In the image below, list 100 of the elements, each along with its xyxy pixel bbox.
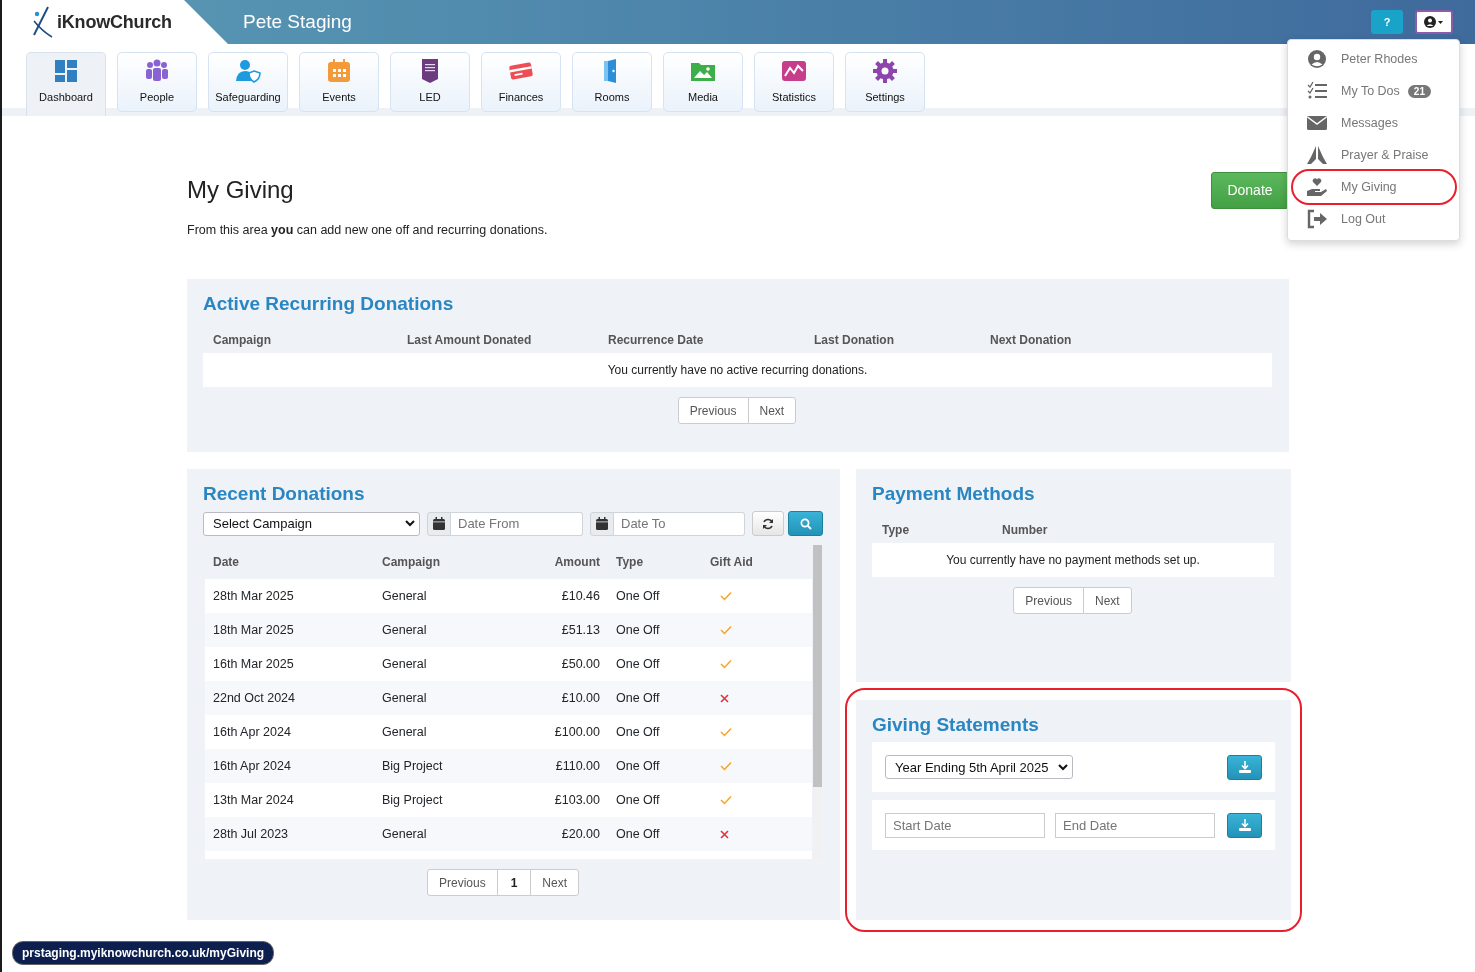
download-button[interactable] bbox=[1227, 812, 1262, 838]
nav-tab[interactable]: Statistics bbox=[754, 52, 834, 112]
column-header: Recurrence Date bbox=[608, 333, 705, 347]
person-shield-icon bbox=[235, 58, 261, 84]
nav-tab[interactable]: Settings bbox=[845, 52, 925, 112]
table-cell-text: 16th Apr 2024 bbox=[212, 725, 292, 739]
pagination-button[interactable]: Next bbox=[530, 869, 580, 896]
scrollbar[interactable] bbox=[813, 545, 822, 859]
search-icon bbox=[799, 517, 812, 530]
menu-item[interactable]: My To Dos 21 bbox=[1288, 75, 1459, 107]
pagination-button[interactable]: Next bbox=[1083, 587, 1132, 614]
menu-item[interactable]: Log Out bbox=[1288, 203, 1459, 235]
people-icon bbox=[144, 58, 170, 84]
nav-tab[interactable]: Rooms bbox=[572, 52, 652, 112]
envelope-icon bbox=[1306, 113, 1328, 133]
user-caret-icon bbox=[1424, 16, 1444, 28]
panel-title: Giving Statements bbox=[872, 714, 1040, 736]
user-circle-icon bbox=[1306, 49, 1328, 69]
empty-message: You currently have no payment methods set up. bbox=[946, 553, 1200, 567]
column-header: Campaign bbox=[213, 333, 272, 347]
nav-tab[interactable]: Events bbox=[299, 52, 379, 112]
intro-text: From this area you can add new one off and recurring donations. bbox=[187, 223, 549, 237]
table-cell-text: 28th Jul 2023 bbox=[212, 827, 290, 841]
table-cell-text: 13th Mar 2024 bbox=[212, 793, 295, 807]
table-cell-text: 16th Mar 2025 bbox=[212, 657, 295, 671]
table-cell-text: £50.00 bbox=[560, 657, 600, 671]
logo-text: iKnowChurch bbox=[57, 11, 172, 33]
column-header: Gift Aid bbox=[709, 555, 754, 569]
chevron-down-icon bbox=[405, 520, 415, 527]
table-cell-text: General bbox=[382, 657, 428, 671]
column-header: Next Donation bbox=[990, 333, 1073, 347]
menu-item[interactable]: My Giving bbox=[1288, 171, 1459, 203]
nav-tab[interactable]: Finances bbox=[481, 52, 561, 112]
page-title: My Giving bbox=[187, 176, 294, 204]
panel-title: Recent Donations bbox=[203, 483, 366, 505]
refresh-icon bbox=[762, 517, 774, 530]
table-cell-text: One Off bbox=[615, 725, 661, 739]
user-menu-button[interactable] bbox=[1415, 10, 1453, 34]
column-header: Amount bbox=[553, 555, 600, 569]
menu-item[interactable]: Peter Rhodes bbox=[1288, 43, 1459, 75]
column-header: Campaign bbox=[382, 555, 441, 569]
column-header: Last Donation bbox=[814, 333, 895, 347]
sign-out-icon bbox=[1306, 209, 1328, 229]
count-badge: 21 bbox=[1407, 84, 1431, 98]
hand-heart-icon bbox=[1306, 177, 1328, 197]
download-button[interactable] bbox=[1227, 754, 1262, 780]
table-cell-text: 28th Mar 2025 bbox=[212, 589, 295, 603]
table-cell-text: £110.00 bbox=[554, 759, 600, 773]
site-title: Pete Staging bbox=[243, 11, 352, 33]
pagination-button[interactable]: Next bbox=[747, 397, 797, 424]
nav-tab[interactable]: Media bbox=[663, 52, 743, 112]
checklist-icon bbox=[1306, 81, 1328, 101]
table-cell-text: One Off bbox=[615, 657, 661, 671]
column-header: Number bbox=[1002, 523, 1049, 537]
menu-item[interactable]: Prayer & Praise bbox=[1288, 139, 1459, 171]
column-header: Date bbox=[212, 555, 240, 569]
table-cell-text: One Off bbox=[615, 759, 661, 773]
menu-item[interactable]: Messages bbox=[1288, 107, 1459, 139]
table-cell-text: £10.00 bbox=[560, 691, 600, 705]
table-cell-text: One Off bbox=[615, 623, 661, 637]
end-date-field[interactable]: End Date bbox=[1055, 812, 1215, 838]
table-cell-text: Big Project bbox=[382, 759, 444, 773]
dashboard-icon bbox=[53, 58, 79, 84]
table-cell-text: Big Project bbox=[382, 793, 444, 807]
chevron-down-icon bbox=[1058, 763, 1068, 771]
table-cell-text: General bbox=[382, 827, 428, 841]
table-cell-text: £10.46 bbox=[560, 589, 600, 603]
nav-tab[interactable]: Safeguarding bbox=[208, 52, 288, 112]
pagination-button[interactable]: Previous bbox=[426, 869, 498, 896]
table-cell-text: 16th Apr 2024 bbox=[212, 759, 292, 773]
panel-title: Payment Methods bbox=[872, 483, 1036, 505]
calendar-icon bbox=[596, 517, 608, 530]
campaign-select[interactable]: Select Campaign bbox=[203, 511, 420, 536]
table-cell-text: £103.00 bbox=[553, 793, 600, 807]
year-select[interactable]: Year Ending 5th April 2025 bbox=[885, 755, 1073, 779]
table-cell-text: 22nd Oct 2024 bbox=[212, 691, 296, 705]
table-cell-text: One Off bbox=[615, 589, 661, 603]
nav-tab[interactable]: Dashboard bbox=[26, 52, 106, 116]
settings-icon bbox=[872, 58, 898, 84]
column-header: Type bbox=[882, 523, 911, 537]
table-cell-text: General bbox=[382, 691, 428, 705]
refresh-button[interactable] bbox=[752, 511, 784, 536]
table-cell-text: £100.00 bbox=[553, 725, 600, 739]
search-button[interactable] bbox=[788, 511, 823, 536]
panel-title: Active Recurring Donations bbox=[203, 293, 455, 315]
nav-tab[interactable]: LED bbox=[390, 52, 470, 112]
start-date-field[interactable]: Start Date bbox=[885, 812, 1045, 838]
pagination-button[interactable]: Previous bbox=[677, 397, 749, 424]
table-cell-text: 18th Mar 2025 bbox=[212, 623, 295, 637]
status-url: prstaging.myiknowchurch.co.uk/myGiving bbox=[12, 941, 275, 965]
nav-tab[interactable]: People bbox=[117, 52, 197, 112]
calendar-icon bbox=[326, 58, 352, 84]
chart-icon bbox=[781, 58, 807, 84]
pagination-button[interactable]: Previous bbox=[1013, 587, 1084, 614]
download-icon bbox=[1238, 819, 1251, 831]
table-cell-text: General bbox=[382, 623, 428, 637]
table-cell-text: General bbox=[382, 589, 428, 603]
date-field[interactable]: Date From bbox=[451, 511, 583, 536]
date-field[interactable]: Date To bbox=[614, 511, 745, 536]
table-cell-text: General bbox=[382, 725, 428, 739]
